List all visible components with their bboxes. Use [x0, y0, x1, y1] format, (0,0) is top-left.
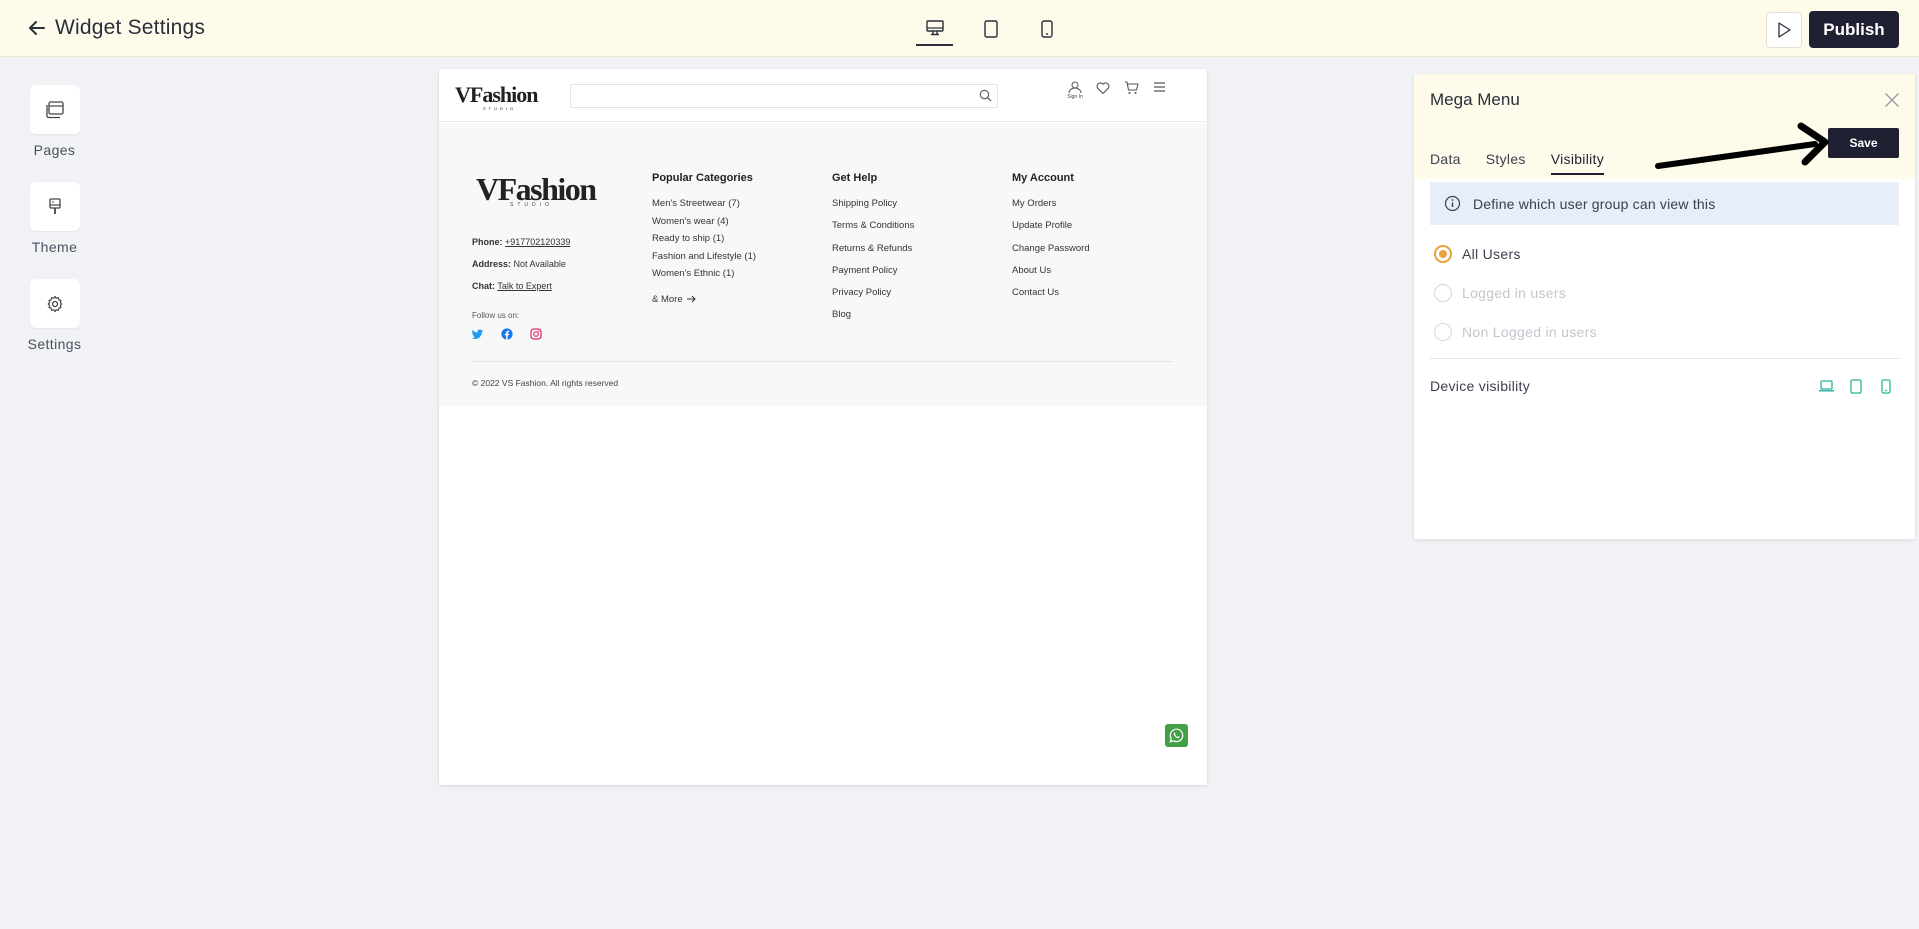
tab-visibility[interactable]: Visibility: [1550, 151, 1605, 175]
phone-link[interactable]: +917702120339: [505, 237, 570, 247]
social-icons: [471, 327, 542, 345]
device-switcher: [916, 12, 1065, 46]
footer-link[interactable]: Change Password: [1012, 243, 1090, 265]
footer-link[interactable]: Update Profile: [1012, 220, 1090, 242]
footer-address: Address: Not Available: [472, 259, 566, 269]
footer-link[interactable]: Fashion and Lifestyle (1): [652, 251, 756, 269]
device-visibility-toggles: [1817, 377, 1895, 395]
mobile-visibility-icon[interactable]: [1877, 377, 1895, 395]
footer-column-popular-categories: Popular Categories Men's Streetwear (7) …: [652, 172, 756, 305]
play-icon: [1778, 22, 1791, 38]
footer-column-get-help: Get Help Shipping Policy Terms & Conditi…: [832, 172, 914, 332]
facebook-icon[interactable]: [501, 327, 513, 345]
footer-chat: Chat: Talk to Expert: [472, 281, 552, 291]
sidebar-item-label: Settings: [27, 336, 82, 352]
radio-non-logged-in-users[interactable]: Non Logged in users: [1434, 323, 1597, 341]
sign-in-label: Sign In: [1067, 94, 1083, 100]
instagram-icon[interactable]: [530, 327, 542, 345]
footer-column-title: Popular Categories: [652, 172, 753, 184]
footer-link[interactable]: Ready to ship (1): [652, 233, 756, 251]
chat-link[interactable]: Talk to Expert: [497, 281, 552, 291]
footer-link[interactable]: Privacy Policy: [832, 287, 914, 309]
shop-logo[interactable]: VFashion STUDIO: [455, 82, 538, 111]
radio-button[interactable]: [1434, 284, 1452, 302]
info-icon: [1444, 195, 1461, 212]
brush-icon: [29, 182, 80, 231]
footer-link[interactable]: Men's Streetwear (7): [652, 198, 756, 216]
wishlist-heart-icon[interactable]: [1095, 81, 1111, 103]
tab-styles[interactable]: Styles: [1486, 151, 1526, 175]
sidebar-item-settings[interactable]: Settings: [22, 279, 87, 352]
save-button[interactable]: Save: [1828, 128, 1899, 158]
back-arrow-icon[interactable]: [26, 16, 48, 40]
tab-data[interactable]: Data: [1430, 151, 1461, 175]
hamburger-menu-icon[interactable]: [1151, 81, 1167, 103]
tablet-view-icon[interactable]: [972, 12, 1009, 46]
radio-label: Non Logged in users: [1462, 324, 1597, 340]
sidebar-item-label: Pages: [33, 142, 76, 158]
radio-label: Logged in users: [1462, 285, 1567, 301]
footer-logo-subtitle: STUDIO: [510, 202, 553, 208]
footer-link[interactable]: Contact Us: [1012, 287, 1090, 309]
footer-link[interactable]: Shipping Policy: [832, 198, 914, 220]
panel-title: Mega Menu: [1430, 90, 1520, 109]
footer-link[interactable]: Terms & Conditions: [832, 220, 914, 242]
footer-link[interactable]: About Us: [1012, 265, 1090, 287]
arrow-right-icon: [686, 295, 696, 303]
footer-column-title: My Account: [1012, 172, 1074, 184]
footer-phone: Phone: +917702120339: [472, 237, 571, 247]
shop-header-icons: Sign In: [1067, 81, 1167, 103]
device-visibility-label: Device visibility: [1430, 378, 1531, 394]
top-bar: Widget Settings Publish: [0, 0, 1919, 57]
footer-link[interactable]: Blog: [832, 309, 914, 331]
radio-all-users[interactable]: All Users: [1434, 245, 1521, 263]
shop-footer: VFashion STUDIO Phone: +917702120339 Add…: [439, 123, 1207, 406]
search-icon: [979, 89, 992, 107]
radio-logged-in-users[interactable]: Logged in users: [1434, 284, 1566, 302]
close-icon[interactable]: [1883, 91, 1901, 109]
footer-link[interactable]: Payment Policy: [832, 265, 914, 287]
footer-divider: [472, 361, 1174, 362]
footer-column-title: Get Help: [832, 172, 878, 184]
footer-column-my-account: My Account My Orders Update Profile Chan…: [1012, 172, 1090, 309]
sidebar-item-theme[interactable]: Theme: [22, 182, 87, 255]
footer-link[interactable]: Returns & Refunds: [832, 243, 914, 265]
footer-link[interactable]: Women's wear (4): [652, 216, 756, 234]
copyright-text: © 2022 VS Fashion. All rights reserved: [472, 378, 619, 388]
sidebar-item-label: Theme: [31, 239, 78, 255]
cart-icon[interactable]: [1123, 81, 1139, 103]
laptop-visibility-icon[interactable]: [1817, 377, 1835, 395]
radio-button[interactable]: [1434, 245, 1452, 263]
info-banner: Define which user group can view this: [1430, 182, 1899, 225]
panel-divider: [1430, 358, 1899, 359]
whatsapp-icon: [1169, 728, 1184, 743]
footer-link[interactable]: My Orders: [1012, 198, 1090, 220]
radio-label: All Users: [1462, 246, 1521, 262]
mobile-view-icon[interactable]: [1028, 12, 1065, 46]
follow-label: Follow us on:: [472, 311, 520, 320]
shop-header: VFashion STUDIO Sign In: [439, 69, 1207, 122]
twitter-icon[interactable]: [471, 327, 484, 345]
desktop-view-icon[interactable]: [916, 12, 953, 46]
panel-tabs: Data Styles Visibility: [1430, 151, 1605, 175]
pages-icon: [29, 85, 80, 134]
preview-canvas: VFashion STUDIO Sign In VFashion STUDIO …: [439, 69, 1207, 785]
footer-link[interactable]: Women's Ethnic (1): [652, 268, 756, 286]
sidebar-item-pages[interactable]: Pages: [22, 85, 87, 158]
annotation-arrow-icon: [1655, 122, 1829, 169]
page-title: Widget Settings: [55, 16, 206, 39]
gear-icon: [29, 279, 80, 328]
publish-button[interactable]: Publish: [1809, 11, 1899, 48]
tablet-visibility-icon[interactable]: [1847, 377, 1865, 395]
info-text: Define which user group can view this: [1473, 195, 1716, 212]
radio-button[interactable]: [1434, 323, 1452, 341]
user-icon[interactable]: Sign In: [1067, 81, 1083, 103]
preview-play-button[interactable]: [1766, 12, 1802, 48]
shop-search-input[interactable]: [570, 84, 998, 108]
more-categories-link[interactable]: & More: [652, 294, 756, 305]
whatsapp-button[interactable]: [1165, 724, 1188, 747]
